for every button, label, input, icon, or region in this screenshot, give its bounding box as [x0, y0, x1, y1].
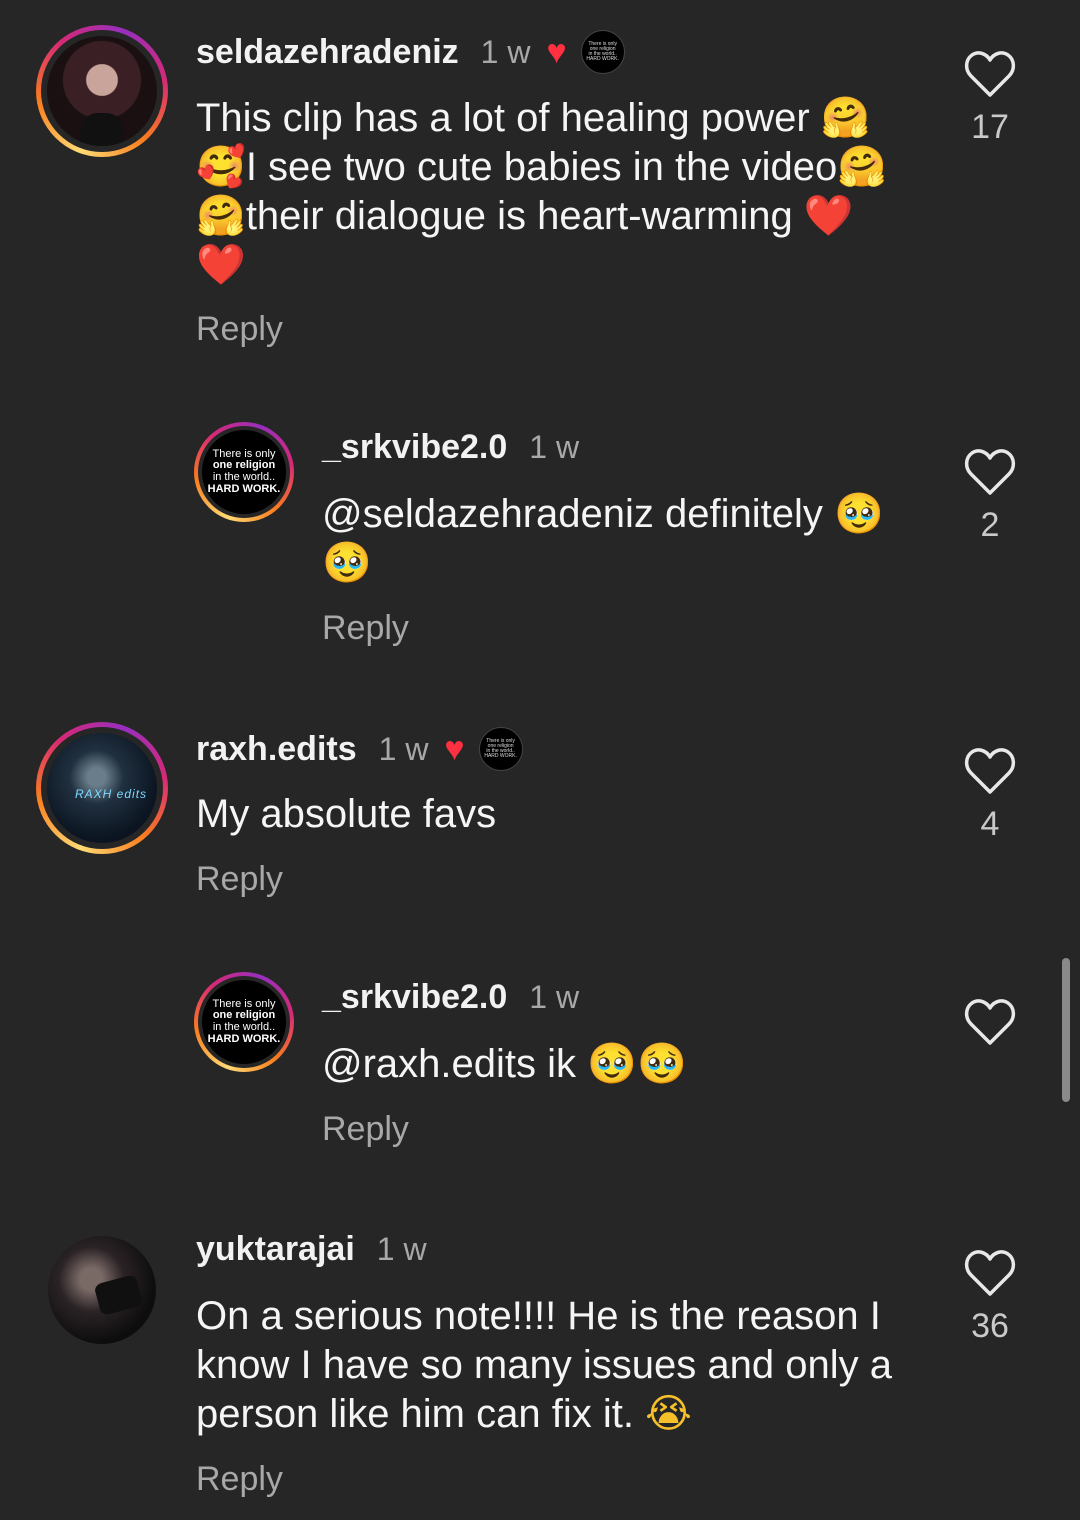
comment-username[interactable]: seldazehradeniz — [196, 33, 459, 72]
comment-username[interactable]: raxh.edits — [196, 730, 357, 769]
scrollbar[interactable] — [1062, 958, 1070, 1102]
comment-body: On a serious note!!!! He is the reason I… — [196, 1294, 892, 1437]
comment-time: 1 w — [378, 730, 429, 767]
holding-back-tears-emoji: 🥹 — [322, 540, 372, 586]
avatar-story-ring[interactable]: There is only one religion in the world.. H… — [194, 972, 294, 1072]
holding-back-tears-emoji: 🥹 — [834, 491, 884, 537]
creator-liked-heart-icon: ♥ — [546, 33, 567, 71]
heart-outline-icon — [964, 1250, 1016, 1296]
avatar: There is only one religion in the world.. H… — [202, 980, 286, 1064]
avatar-story-ring[interactable]: RAXH edits — [36, 722, 168, 854]
red-heart-emoji: ❤️ — [196, 242, 246, 288]
comment-time: 1 w — [480, 33, 531, 70]
heart-outline-icon — [964, 449, 1016, 495]
holding-back-tears-emoji: 🥹 — [636, 1041, 687, 1087]
comment-time: 1 w — [529, 429, 580, 465]
smiling-hearts-emoji: 🥰 — [196, 144, 246, 190]
like-count: 17 — [971, 108, 1009, 146]
heart-outline-icon — [964, 999, 1016, 1045]
comment-time: 1 w — [376, 1231, 427, 1267]
heart-outline-icon — [964, 748, 1016, 794]
comment-username[interactable]: _srkvibe2.0 — [322, 978, 507, 1017]
reply-button[interactable]: Reply — [322, 1110, 409, 1149]
loudly-crying-emoji: 😭 — [645, 1391, 692, 1437]
reply-button[interactable]: Reply — [196, 860, 283, 899]
comment-body: @seldazehradeniz definitely 🥹 🥹 — [322, 491, 884, 586]
comment-item: seldazehradeniz 1 w ♥ There is only one r… — [0, 0, 1080, 380]
red-heart-emoji: ❤️ — [803, 193, 854, 239]
avatar-story-ring[interactable] — [36, 25, 168, 157]
avatar — [47, 36, 157, 146]
like-button[interactable]: 4 — [960, 747, 1020, 844]
like-button[interactable]: 2 — [960, 448, 1020, 545]
avatar[interactable] — [48, 1236, 156, 1344]
holding-back-tears-emoji: 🥹 — [587, 1041, 637, 1087]
hug-emoji: 🤗 — [196, 193, 246, 239]
comment-body: This clip has a lot of healing power 🤗 🥰… — [196, 95, 888, 288]
comment-username[interactable]: _srkvibe2.0 — [322, 428, 507, 467]
avatar-story-ring[interactable]: There is only one religion in the world.. H… — [194, 422, 294, 522]
like-count: 2 — [980, 506, 1000, 544]
creator-liked-heart-icon: ♥ — [444, 730, 465, 768]
heart-outline-icon — [964, 51, 1016, 97]
like-button[interactable]: 36 — [960, 1249, 1020, 1346]
reply-button[interactable]: Reply — [196, 310, 283, 349]
comment-body: @raxh.edits ik 🥹🥹 — [322, 1041, 687, 1087]
avatar: There is only one religion in the world.. H… — [202, 430, 286, 514]
creator-avatar-badge: There is only one religion in the world.. H… — [478, 727, 523, 771]
comment-username[interactable]: yuktarajai — [196, 1230, 355, 1269]
reply-button[interactable]: Reply — [196, 1460, 283, 1499]
reply-button[interactable]: Reply — [322, 609, 409, 648]
comment-body: My absolute favs — [196, 792, 497, 836]
comment-time: 1 w — [529, 979, 580, 1015]
like-count: 36 — [971, 1307, 1009, 1345]
hug-emoji: 🤗 — [837, 144, 888, 190]
like-button[interactable]: 17 — [960, 50, 1020, 147]
like-button[interactable] — [960, 998, 1020, 1056]
creator-avatar-badge: There is only one religion in the world.. H… — [580, 30, 625, 74]
avatar: RAXH edits — [47, 733, 157, 843]
hug-emoji: 🤗 — [820, 95, 871, 141]
like-count: 4 — [980, 805, 1000, 843]
